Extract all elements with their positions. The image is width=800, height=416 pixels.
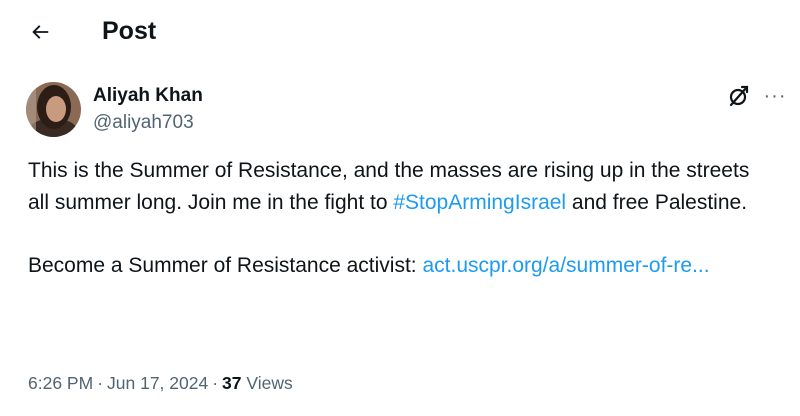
views-count: 37 — [222, 373, 242, 393]
grok-icon — [729, 85, 749, 107]
post-text: This is the Summer of Resistance, and th… — [28, 155, 768, 281]
author-handle[interactable]: @aliyah703 — [93, 111, 194, 135]
author-name[interactable]: Aliyah Khan — [93, 84, 203, 108]
post-text-part-2: and free Palestine. — [566, 190, 748, 214]
post-date[interactable]: Jun 17, 2024 — [107, 373, 208, 393]
more-icon: ··· — [763, 84, 787, 107]
post-header: Post — [0, 0, 800, 62]
more-options-button[interactable]: ··· — [760, 82, 790, 110]
post-time[interactable]: 6:26 PM — [28, 373, 93, 393]
hashtag-link[interactable]: #StopArmingIsrael — [393, 191, 566, 214]
meta-separator: · — [97, 373, 104, 393]
post-text-part-3: Become a Summer of Resistance activist: — [28, 253, 423, 277]
views-label: Views — [246, 373, 293, 393]
grok-button[interactable] — [725, 82, 753, 110]
external-link[interactable]: act.uscpr.org/a/summer-of-re... — [422, 254, 709, 277]
page-title: Post — [102, 17, 157, 45]
back-button[interactable] — [22, 14, 58, 50]
arrow-left-icon — [32, 25, 49, 39]
meta-separator: · — [212, 373, 219, 393]
post-meta: 6:26 PM · Jun 17, 2024 · 37 Views — [28, 371, 293, 395]
avatar[interactable] — [26, 82, 81, 137]
